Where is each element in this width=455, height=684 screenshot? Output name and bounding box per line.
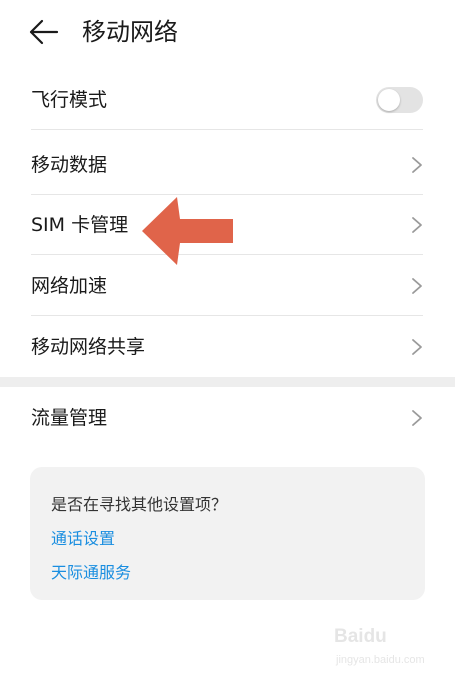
chevron-right-icon — [412, 217, 422, 233]
divider — [31, 315, 423, 316]
suggestion-title: 是否在寻找其他设置项？ — [51, 495, 228, 514]
mobile-network-screen: 移动网络 飞行模式 移动数据 SIM 卡管理 网络加速 移动网络共享 流量管理 … — [0, 0, 455, 684]
traffic-management-label: 流量管理 — [31, 407, 108, 429]
page-title: 移动网络 — [82, 18, 178, 46]
divider — [31, 129, 423, 130]
section-separator — [0, 377, 455, 387]
suggestion-card: 是否在寻找其他设置项？ 通话设置 天际通服务 — [30, 467, 425, 600]
network-acceleration-label: 网络加速 — [31, 275, 108, 297]
airplane-mode-label: 飞行模式 — [31, 89, 108, 111]
sim-management-label: SIM 卡管理 — [31, 214, 129, 236]
mobile-data-label: 移动数据 — [31, 154, 108, 176]
airplane-mode-toggle[interactable] — [376, 87, 423, 113]
skytone-service-link[interactable]: 天际通服务 — [51, 559, 131, 583]
watermark-brand: Baidu — [334, 626, 387, 647]
header: 移动网络 — [0, 0, 455, 64]
mobile-data-row[interactable]: 移动数据 — [0, 135, 455, 195]
traffic-management-row[interactable]: 流量管理 — [0, 388, 455, 448]
chevron-right-icon — [412, 278, 422, 294]
tethering-label: 移动网络共享 — [31, 336, 146, 358]
annotation-arrow-icon — [142, 197, 233, 265]
baidu-watermark: Baidu jingyan.baidu.com — [334, 616, 439, 668]
back-button[interactable] — [28, 18, 60, 46]
chevron-right-icon — [412, 157, 422, 173]
tethering-row[interactable]: 移动网络共享 — [0, 317, 455, 377]
chevron-right-icon — [412, 410, 422, 426]
toggle-knob — [378, 89, 400, 111]
watermark-url: jingyan.baidu.com — [336, 654, 425, 666]
chevron-right-icon — [412, 339, 422, 355]
airplane-mode-row[interactable]: 飞行模式 — [0, 70, 455, 130]
call-settings-link[interactable]: 通话设置 — [51, 525, 115, 549]
arrow-left-icon — [29, 19, 59, 45]
